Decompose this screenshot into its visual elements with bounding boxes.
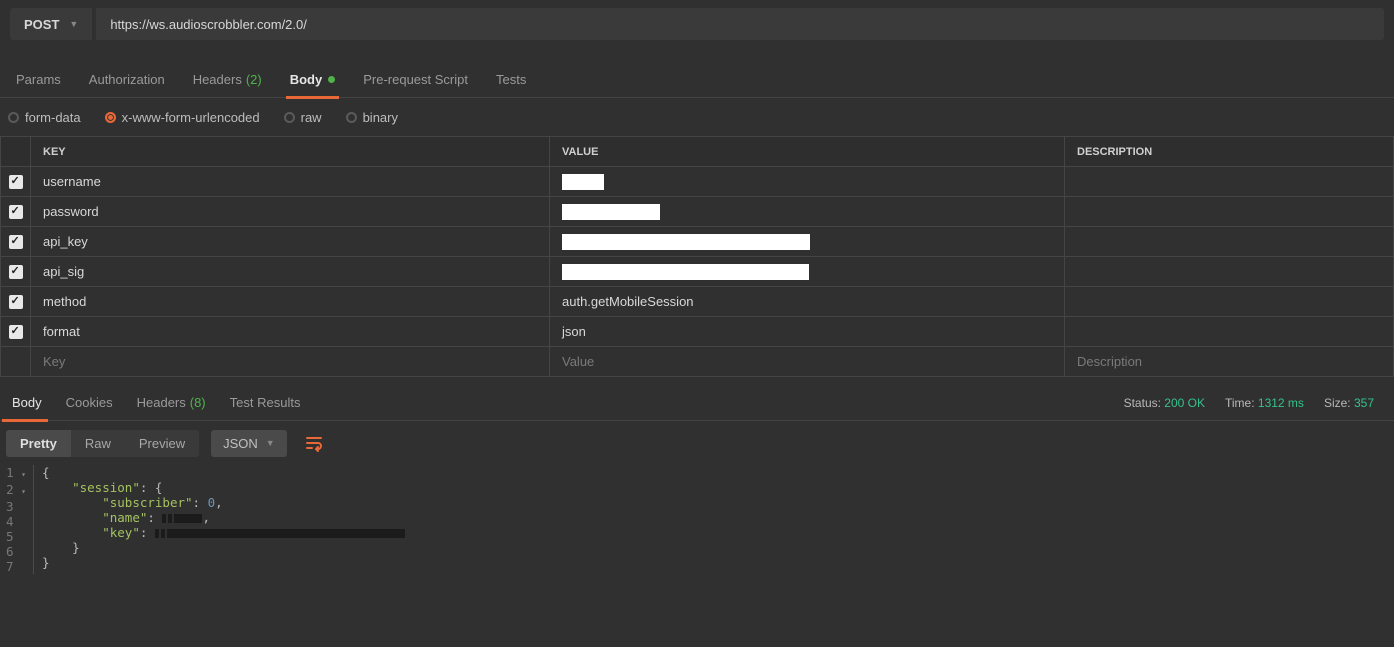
chevron-down-icon: ▼ bbox=[266, 438, 275, 448]
view-raw-button[interactable]: Raw bbox=[71, 430, 125, 457]
cell-value[interactable] bbox=[550, 257, 1065, 287]
radio-binary[interactable]: binary bbox=[346, 110, 398, 125]
cell-desc-placeholder[interactable]: Description bbox=[1065, 347, 1394, 377]
resp-tab-headers[interactable]: Headers(8) bbox=[125, 385, 218, 421]
table-row[interactable]: api_key bbox=[1, 227, 1394, 257]
tab-authorization[interactable]: Authorization bbox=[75, 62, 179, 98]
chevron-down-icon: ▼ bbox=[69, 19, 78, 29]
response-body[interactable]: 1 ▾ 2 ▾ 3 4 5 6 7 { "session": { "subscr… bbox=[0, 465, 1394, 574]
request-tabs: Params Authorization Headers(2) Body Pre… bbox=[0, 62, 1394, 98]
view-pretty-button[interactable]: Pretty bbox=[6, 430, 71, 457]
radio-icon bbox=[346, 112, 357, 123]
http-method-label: POST bbox=[24, 17, 59, 32]
tab-params[interactable]: Params bbox=[2, 62, 75, 98]
check-icon[interactable] bbox=[9, 325, 23, 339]
radio-form-data[interactable]: form-data bbox=[8, 110, 81, 125]
check-icon[interactable] bbox=[9, 265, 23, 279]
response-toolbar: Pretty Raw Preview JSON ▼ bbox=[0, 421, 1394, 465]
format-dropdown[interactable]: JSON ▼ bbox=[211, 430, 287, 457]
check-icon[interactable] bbox=[9, 295, 23, 309]
redacted-value bbox=[562, 174, 604, 190]
radio-urlencoded[interactable]: x-www-form-urlencoded bbox=[105, 110, 260, 125]
resp-tab-testresults[interactable]: Test Results bbox=[218, 385, 313, 421]
time-value: 1312 ms bbox=[1258, 396, 1304, 410]
response-tabs: Body Cookies Headers(8) Test Results Sta… bbox=[0, 385, 1394, 421]
table-row[interactable]: format json bbox=[1, 317, 1394, 347]
tab-headers[interactable]: Headers(2) bbox=[179, 62, 276, 98]
cell-value[interactable] bbox=[550, 167, 1065, 197]
cell-key[interactable]: password bbox=[31, 197, 550, 227]
status-value: 200 OK bbox=[1164, 396, 1205, 410]
radio-icon bbox=[284, 112, 295, 123]
cell-value-placeholder[interactable]: Value bbox=[550, 347, 1065, 377]
body-has-content-dot bbox=[328, 76, 335, 83]
redacted-value bbox=[162, 514, 202, 523]
body-type-radios: form-data x-www-form-urlencoded raw bina… bbox=[0, 98, 1394, 136]
view-preview-button[interactable]: Preview bbox=[125, 430, 199, 457]
line-gutter: 1 ▾ 2 ▾ 3 4 5 6 7 bbox=[0, 465, 34, 574]
tab-tests[interactable]: Tests bbox=[482, 62, 540, 98]
cell-key-placeholder[interactable]: Key bbox=[31, 347, 550, 377]
http-method-dropdown[interactable]: POST ▼ bbox=[10, 8, 92, 40]
check-icon[interactable] bbox=[9, 175, 23, 189]
table-row[interactable]: api_sig bbox=[1, 257, 1394, 287]
tab-body[interactable]: Body bbox=[276, 62, 350, 98]
cell-key[interactable]: format bbox=[31, 317, 550, 347]
resp-tab-body[interactable]: Body bbox=[0, 385, 54, 421]
resp-tab-cookies[interactable]: Cookies bbox=[54, 385, 125, 421]
cell-value[interactable]: auth.getMobileSession bbox=[550, 287, 1065, 317]
radio-icon bbox=[105, 112, 116, 123]
radio-icon bbox=[8, 112, 19, 123]
table-row[interactable]: username bbox=[1, 167, 1394, 197]
redacted-value bbox=[562, 234, 810, 250]
json-code[interactable]: { "session": { "subscriber": 0, "name": … bbox=[34, 465, 1394, 574]
check-icon[interactable] bbox=[9, 205, 23, 219]
table-row-empty[interactable]: Key Value Description bbox=[1, 347, 1394, 377]
redacted-value bbox=[562, 264, 809, 280]
header-desc: DESCRIPTION bbox=[1065, 137, 1394, 167]
cell-key[interactable]: api_key bbox=[31, 227, 550, 257]
redacted-value bbox=[155, 529, 405, 538]
tab-prerequest[interactable]: Pre-request Script bbox=[349, 62, 482, 98]
cell-key[interactable]: method bbox=[31, 287, 550, 317]
cell-key[interactable]: username bbox=[31, 167, 550, 197]
check-icon[interactable] bbox=[9, 235, 23, 249]
table-row[interactable]: method auth.getMobileSession bbox=[1, 287, 1394, 317]
cell-key[interactable]: api_sig bbox=[31, 257, 550, 287]
cell-value[interactable]: json bbox=[550, 317, 1065, 347]
radio-raw[interactable]: raw bbox=[284, 110, 322, 125]
wrap-lines-icon[interactable] bbox=[299, 428, 329, 458]
response-meta: Status: 200 OK Time: 1312 ms Size: 357 bbox=[1124, 396, 1394, 410]
cell-value[interactable] bbox=[550, 227, 1065, 257]
table-row[interactable]: password bbox=[1, 197, 1394, 227]
body-params-table: KEY VALUE DESCRIPTION username password … bbox=[0, 136, 1394, 377]
header-value: VALUE bbox=[550, 137, 1065, 167]
cell-value[interactable] bbox=[550, 197, 1065, 227]
redacted-value bbox=[562, 204, 660, 220]
size-value: 357 bbox=[1354, 396, 1374, 410]
url-input[interactable] bbox=[96, 8, 1384, 40]
header-key: KEY bbox=[31, 137, 550, 167]
